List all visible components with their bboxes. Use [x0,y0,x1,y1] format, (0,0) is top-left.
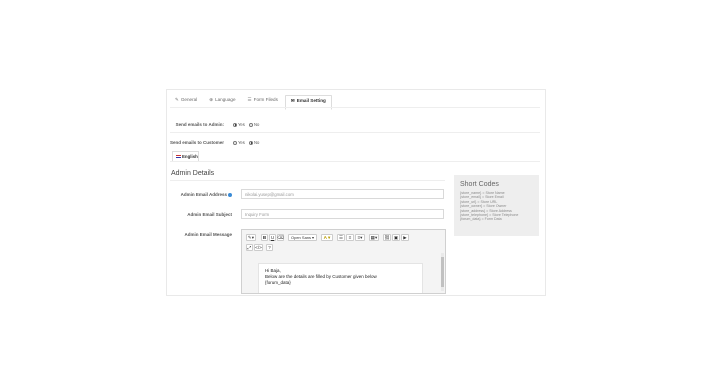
radio-no[interactable] [249,122,253,127]
admin-email-field[interactable]: nikolai.yusep@gmail.com [241,189,444,199]
underline-icon[interactable]: U [269,234,276,241]
code-view-icon[interactable]: </> [254,244,263,251]
short-code-item: {forum_data} = Form Data [460,217,502,222]
envelope-icon: ✉ [290,98,295,103]
tab-label: English [182,154,198,159]
short-codes-title: Short Codes [460,181,499,188]
send-customer-label: Send emails to Customer [169,140,224,145]
radio-no-label: No [254,140,260,145]
pencil-icon: ✎ [175,97,179,102]
flag-icon [176,155,181,158]
paragraph-align-icon[interactable]: ≡▾ [355,234,365,241]
admin-message-label: Admin Email Message [184,232,232,237]
ordered-list-icon[interactable]: ≡ [346,234,354,241]
admin-subject-field[interactable]: Inquiry Form [241,209,444,219]
text-color-icon[interactable]: A ▾ [321,234,333,241]
section-title: Admin Details [171,170,215,177]
list-icon: ☰ [247,97,252,102]
tab-label: Language [215,97,236,102]
globe-icon: ⊕ [209,97,214,102]
fullscreen-icon[interactable]: ⤢ [246,244,253,251]
editor-content[interactable]: Hi Baja, Below are the details are fille… [258,263,423,293]
scrollbar-thumb[interactable] [441,257,444,287]
send-customer-yes[interactable]: Yes [233,140,245,145]
admin-message-editor[interactable]: ✎▾ B U ⌫ Open Sans ▾ A ▾ ☰ ≡ ≡▾ ▦▾ ⛓ ▣ ▶ … [241,229,446,294]
tab-label: Form Fileds [253,97,278,102]
section-divider [170,180,445,181]
table-icon[interactable]: ▦▾ [369,234,379,241]
bold-icon[interactable]: B [261,234,268,241]
send-admin-label: Send emails to Admin: [175,122,224,127]
radio-yes[interactable] [233,122,237,127]
image-icon[interactable]: ▣ [392,234,400,241]
radio-yes-label: Yes [238,140,245,145]
info-icon [228,192,232,197]
short-codes-box: Short Codes {store_name} = Store Name {s… [454,175,539,236]
font-family-value: Open Sans [291,235,312,240]
admin-subject-label: Admin Email Subject [187,212,232,217]
link-icon[interactable]: ⛓ [383,234,391,241]
editor-toolbar: ✎▾ B U ⌫ Open Sans ▾ A ▾ ☰ ≡ ≡▾ ▦▾ ⛓ ▣ ▶ … [244,232,442,252]
tab-label: Email Setting [296,98,326,103]
tab-label: General [180,97,198,102]
tabs-divider [170,107,540,108]
send-admin-yes[interactable]: Yes [233,122,245,127]
lang-tabs-divider [170,161,540,162]
row-divider [170,132,540,133]
radio-no[interactable] [249,140,253,145]
send-customer-no[interactable]: No [249,140,259,145]
editor-scrollbar[interactable] [441,253,444,291]
chevron-down-icon: ▾ [311,235,314,240]
radio-yes[interactable] [233,140,237,145]
short-codes-list: {store_name} = Store Name {store_email} … [460,191,518,222]
radio-yes-label: Yes [238,122,245,127]
video-icon[interactable]: ▶ [401,234,409,241]
editor-line: {forum_data} [265,280,291,285]
magic-wand-icon[interactable]: ✎▾ [246,234,256,241]
send-admin-no[interactable]: No [249,122,259,127]
help-icon[interactable]: ? [266,244,273,251]
eraser-icon[interactable]: ⌫ [277,234,284,241]
font-family-select[interactable]: Open Sans ▾ [288,234,317,241]
radio-no-label: No [254,122,260,127]
unordered-list-icon[interactable]: ☰ [337,234,345,241]
admin-email-label: Admin Email Address [170,192,232,197]
